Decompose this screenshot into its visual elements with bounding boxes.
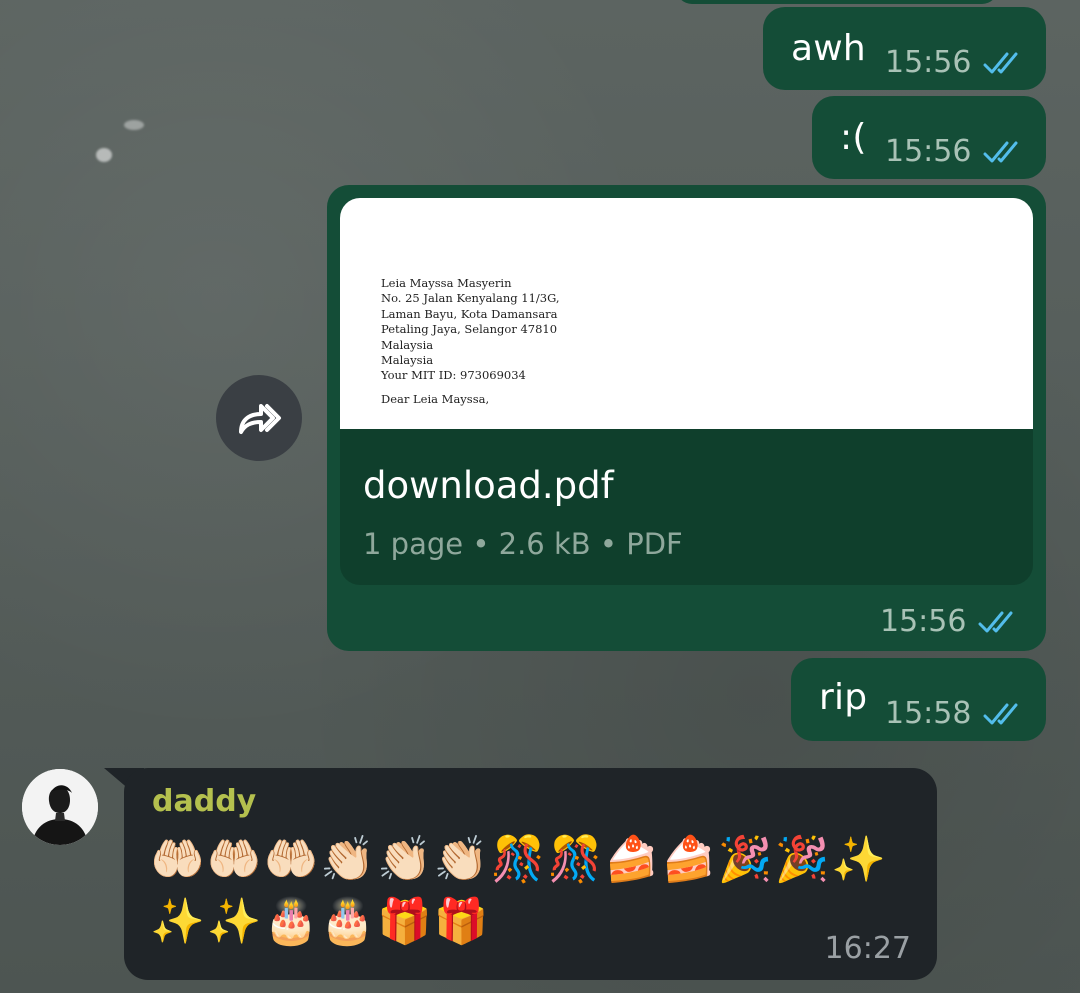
double-check-icon (983, 52, 1018, 73)
emoji-line: 🤲🏻🤲🏻🤲🏻👏🏻👏🏻👏🏻🎊🎊🍰🍰🎉🎉✨ (150, 834, 889, 885)
message-text: :( (840, 117, 867, 158)
forward-icon (239, 404, 281, 434)
message-bubble-awh[interactable]: awh 15:56 (763, 7, 1046, 90)
preview-line: Dear Leia Mayssa, (381, 391, 490, 406)
document-card[interactable]: Leia Mayssa Masyerin No. 25 Jalan Kenyal… (340, 198, 1033, 585)
message-time: 15:56 (885, 134, 972, 169)
message-meta: 15:56 (880, 604, 1022, 639)
sender-name[interactable]: daddy (152, 784, 256, 819)
message-text: rip (819, 677, 868, 718)
preview-line: Malaysia (381, 337, 434, 352)
background-speck (124, 120, 144, 130)
message-meta: 15:58 (885, 696, 1027, 731)
preview-line: Malaysia (381, 353, 434, 368)
double-check-icon (983, 141, 1018, 162)
document-info: 1 page • 2.6 kB • PDF (363, 527, 683, 561)
double-check-icon (978, 611, 1013, 632)
forward-button[interactable] (216, 375, 302, 461)
message-meta: 15:56 (885, 45, 1027, 80)
message-bubble-sad[interactable]: :( 15:56 (812, 96, 1046, 179)
message-bubble-incoming[interactable]: daddy 🤲🏻🤲🏻🤲🏻👏🏻👏🏻👏🏻🎊🎊🍰🍰🎉🎉✨ ✨✨🎂🎂🎁🎁 16:27 (124, 768, 937, 980)
document-preview-text: Leia Mayssa Masyerin No. 25 Jalan Kenyal… (381, 276, 560, 407)
preview-line: Petaling Jaya, Selangor 47810 (381, 322, 558, 337)
preview-line: Laman Bayu, Kota Damansara (381, 306, 558, 321)
double-check-icon (983, 703, 1018, 724)
emoji-line: ✨✨🎂🎂🎁🎁 (150, 896, 491, 947)
preview-line: Your MIT ID: 973069034 (381, 368, 526, 383)
previous-message-bubble[interactable] (676, 0, 998, 4)
message-meta: 15:56 (885, 134, 1027, 169)
message-bubble-rip[interactable]: rip 15:58 (791, 658, 1046, 741)
message-text: awh (791, 28, 866, 69)
document-file-name: download.pdf (363, 464, 614, 507)
message-time: 15:58 (885, 696, 972, 731)
background-speck (96, 148, 112, 162)
preview-line: No. 25 Jalan Kenyalang 11/3G, (381, 291, 560, 306)
preview-line: Leia Mayssa Masyerin (381, 276, 512, 290)
message-time: 16:27 (824, 931, 911, 966)
avatar-photo (22, 769, 98, 845)
avatar[interactable] (22, 769, 98, 845)
document-preview[interactable]: Leia Mayssa Masyerin No. 25 Jalan Kenyal… (340, 198, 1033, 429)
message-time: 15:56 (885, 45, 972, 80)
message-time: 15:56 (880, 604, 967, 639)
